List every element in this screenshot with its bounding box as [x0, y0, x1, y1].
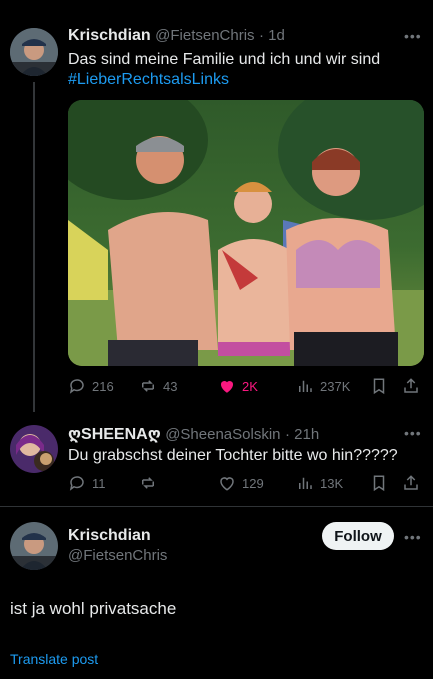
display-name[interactable]: Krischdian — [68, 527, 167, 545]
like-icon — [220, 477, 234, 491]
reply-icon — [69, 379, 84, 394]
views-count: 13K — [320, 475, 344, 491]
tweet-text: Das sind meine Familie und ich und wir s… — [68, 51, 381, 68]
timestamp[interactable]: · 21h — [285, 426, 319, 443]
reply-button[interactable]: 11 — [68, 474, 106, 492]
photo-image — [68, 100, 424, 366]
avatar-image — [10, 425, 58, 473]
avatar[interactable] — [10, 425, 58, 473]
reply-icon — [69, 476, 84, 491]
views-button[interactable]: 13K — [296, 474, 343, 492]
display-name[interactable]: Krischdian — [68, 27, 151, 44]
avatar[interactable] — [10, 28, 58, 76]
timestamp[interactable]: · 1d — [259, 27, 285, 44]
reply-count: 11 — [92, 475, 106, 491]
bookmark-icon — [373, 475, 385, 492]
translate-link[interactable]: Translate post — [10, 651, 98, 667]
like-count: 129 — [242, 475, 264, 491]
more-icon[interactable]: ••• — [404, 529, 422, 545]
more-icon[interactable]: ••• — [404, 28, 422, 44]
bookmark-button[interactable] — [370, 377, 388, 395]
tweet-text: Du grabschst deiner Tochter bitte wo hin… — [68, 447, 398, 464]
views-count: 237K — [320, 378, 351, 394]
more-icon[interactable]: ••• — [404, 425, 422, 441]
like-icon — [220, 380, 234, 393]
like-count: 2K — [242, 378, 258, 394]
divider — [0, 506, 433, 507]
repost-icon — [142, 380, 154, 392]
hashtag-link[interactable]: #LieberRechtsalsLinks — [68, 70, 418, 90]
views-icon — [299, 380, 312, 392]
like-button[interactable]: 2K — [218, 377, 258, 395]
bookmark-icon — [373, 378, 385, 395]
tweet-photo[interactable] — [68, 100, 424, 366]
follow-button[interactable]: Follow — [322, 522, 394, 550]
repost-button[interactable]: 43 — [139, 377, 177, 395]
share-button[interactable] — [402, 474, 420, 492]
handle[interactable]: @SheenaSolskin — [165, 426, 280, 443]
handle[interactable]: @FietsenChris — [155, 27, 254, 44]
repost-count: 43 — [163, 378, 178, 394]
repost-icon — [142, 477, 154, 489]
thread-line — [33, 82, 35, 412]
bookmark-button[interactable] — [370, 474, 388, 492]
tweet-text: ist ja wohl privatsache — [10, 599, 177, 618]
display-name[interactable]: ღSHEENAღ — [68, 426, 161, 443]
like-button[interactable]: 129 — [218, 474, 264, 492]
share-icon — [404, 378, 418, 393]
repost-button[interactable] — [139, 474, 163, 492]
reply-count: 216 — [92, 378, 114, 394]
views-button[interactable]: 237K — [296, 377, 350, 395]
share-icon — [404, 475, 418, 490]
handle[interactable]: @FietsenChris — [68, 547, 167, 564]
avatar-image — [10, 522, 58, 570]
share-button[interactable] — [402, 377, 420, 395]
avatar[interactable] — [10, 522, 58, 570]
views-icon — [299, 477, 312, 489]
reply-button[interactable]: 216 — [68, 377, 114, 395]
avatar-image — [10, 28, 58, 76]
